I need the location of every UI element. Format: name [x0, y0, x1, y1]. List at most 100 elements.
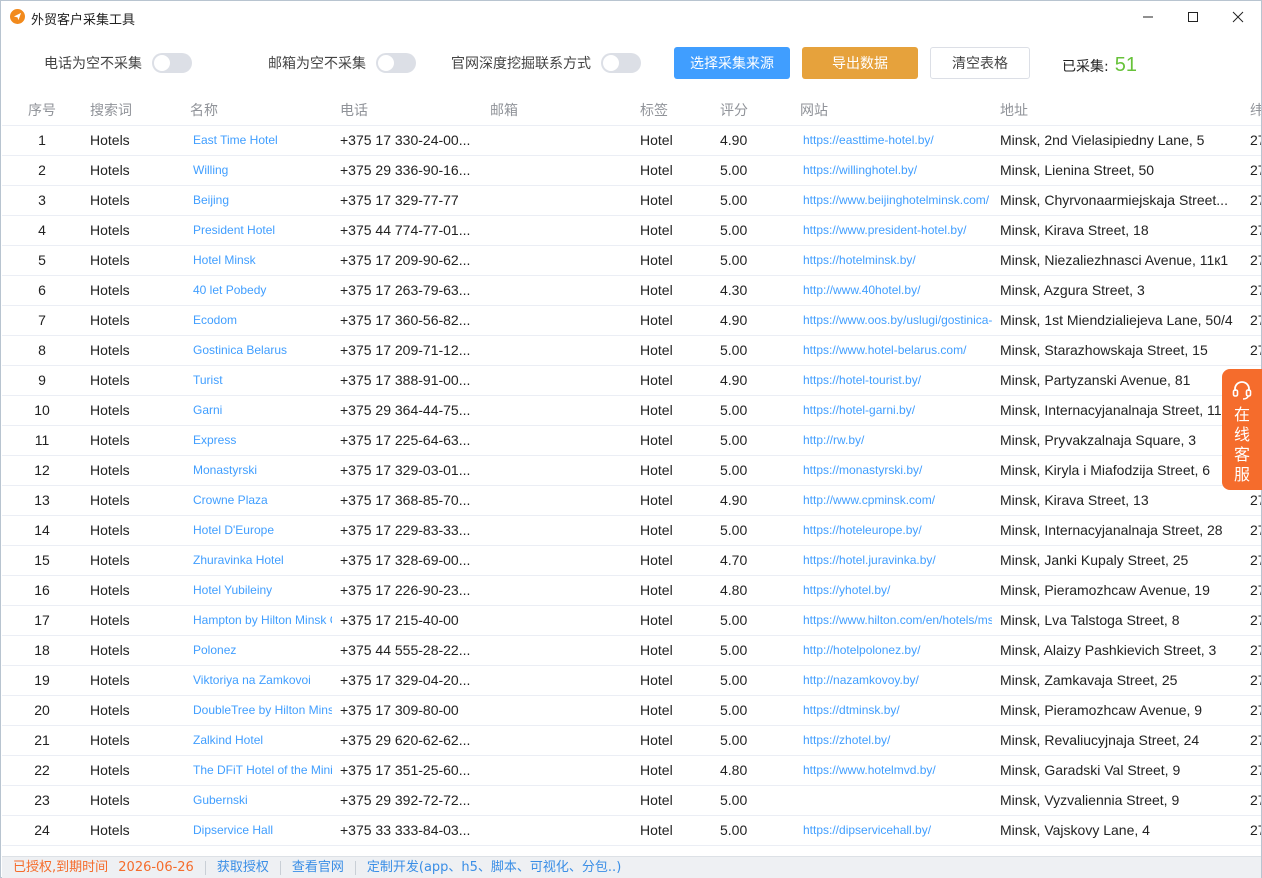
- minimize-button[interactable]: [1125, 1, 1171, 33]
- cell-website[interactable]: https://hoteleurope.by/: [792, 515, 992, 546]
- table-row[interactable]: 23 Hotels Gubernski +375 29 392-72-72... Hot…: [2, 785, 1261, 816]
- table-row[interactable]: 13 Hotels Crowne Plaza +375 17 368-85-70...…: [2, 485, 1261, 516]
- cell-website[interactable]: https://www.hotel-belarus.com/: [792, 335, 992, 366]
- cell-name[interactable]: Ecodom: [182, 305, 332, 336]
- column-header-name[interactable]: 名称: [182, 95, 332, 126]
- table-row[interactable]: 14 Hotels Hotel D'Europe +375 17 229-83-33.…: [2, 515, 1261, 546]
- cell-website[interactable]: https://www.hilton.com/en/hotels/ms: [792, 605, 992, 636]
- cell-website[interactable]: https://www.beijinghotelminsk.com/: [792, 185, 992, 216]
- cell-website[interactable]: https://easttime-hotel.by/: [792, 125, 992, 156]
- table-row[interactable]: 24 Hotels Dipservice Hall +375 33 333-84-03…: [2, 815, 1261, 846]
- cell-name[interactable]: Turist: [182, 365, 332, 396]
- cell-name[interactable]: Willing: [182, 155, 332, 186]
- cell-name[interactable]: Polonez: [182, 635, 332, 666]
- select-source-button[interactable]: 选择采集来源: [674, 47, 790, 79]
- column-header-keyword[interactable]: 搜索词: [82, 95, 182, 126]
- cell-website[interactable]: http://www.cpminsk.com/: [792, 485, 992, 516]
- skip-empty-phone-switch[interactable]: [152, 53, 192, 73]
- cell-name[interactable]: Hampton by Hilton Minsk C: [182, 605, 332, 636]
- cell-name[interactable]: Hotel Minsk: [182, 245, 332, 276]
- column-header-address[interactable]: 地址: [992, 95, 1242, 126]
- cell-name[interactable]: President Hotel: [182, 215, 332, 246]
- table-row[interactable]: 18 Hotels Polonez +375 44 555-28-22... Hotel…: [2, 635, 1261, 666]
- table-row[interactable]: 11 Hotels Express +375 17 225-64-63... Hotel…: [2, 425, 1261, 456]
- custom-dev-link[interactable]: 定制开发(app、h5、脚本、可视化、分包..): [356, 860, 632, 875]
- cell-name[interactable]: Zhuravinka Hotel: [182, 545, 332, 576]
- cell-name[interactable]: The DFiT Hotel of the Mini: [182, 755, 332, 786]
- cell-name[interactable]: Crowne Plaza: [182, 485, 332, 516]
- cell-name[interactable]: Beijing: [182, 185, 332, 216]
- cell-website[interactable]: https://zhotel.by/: [792, 725, 992, 756]
- cell-website[interactable]: http://hotelpolonez.by/: [792, 635, 992, 666]
- deep-mining-switch[interactable]: [601, 53, 641, 73]
- cell-website[interactable]: https://willinghotel.by/: [792, 155, 992, 186]
- column-header-score[interactable]: 评分: [712, 95, 792, 126]
- table-row[interactable]: 3 Hotels Beijing +375 17 329-77-77 Hotel 5.00…: [2, 185, 1261, 216]
- skip-empty-email-switch[interactable]: [376, 53, 416, 73]
- cell-name[interactable]: 40 let Pobedy: [182, 275, 332, 306]
- table-row[interactable]: 8 Hotels Gostinica Belarus +375 17 209-71-1…: [2, 335, 1261, 366]
- online-service-button[interactable]: 在线客服: [1222, 369, 1262, 490]
- cell-name[interactable]: Monastyrski: [182, 455, 332, 486]
- cell-website[interactable]: https://hotel-garni.by/: [792, 395, 992, 426]
- cell-extra: 27: [1242, 275, 1261, 306]
- cell-name[interactable]: East Time Hotel: [182, 125, 332, 156]
- table-row[interactable]: 9 Hotels Turist +375 17 388-91-00... Hotel 4.…: [2, 365, 1261, 396]
- cell-website[interactable]: https://hotel-tourist.by/: [792, 365, 992, 396]
- table-row[interactable]: 20 Hotels DoubleTree by Hilton Mins +375 17…: [2, 695, 1261, 726]
- cell-website[interactable]: http://www.40hotel.by/: [792, 275, 992, 306]
- table-row[interactable]: 16 Hotels Hotel Yubileiny +375 17 226-90-23…: [2, 575, 1261, 606]
- table-row[interactable]: 6 Hotels 40 let Pobedy +375 17 263-79-63...…: [2, 275, 1261, 306]
- license-label: 已授权,到期时间: [13, 859, 109, 875]
- table-row[interactable]: 15 Hotels Zhuravinka Hotel +375 17 328-69-0…: [2, 545, 1261, 576]
- cell-name[interactable]: Gubernski: [182, 785, 332, 816]
- close-button[interactable]: [1215, 1, 1261, 33]
- get-license-link[interactable]: 获取授权: [206, 860, 281, 875]
- table-row[interactable]: 22 Hotels The DFiT Hotel of the Mini +375 1…: [2, 755, 1261, 786]
- clear-table-button[interactable]: 清空表格: [930, 47, 1030, 79]
- toggle-deep-mining: 官网深度挖掘联系方式: [451, 53, 641, 73]
- export-button[interactable]: 导出数据: [802, 47, 918, 79]
- table-row[interactable]: 2 Hotels Willing +375 29 336-90-16... Hotel 5…: [2, 155, 1261, 186]
- column-header-email[interactable]: 邮箱: [482, 95, 632, 126]
- cell-website[interactable]: http://nazamkovoy.by/: [792, 665, 992, 696]
- column-header-tag[interactable]: 标签: [632, 95, 712, 126]
- cell-name[interactable]: Hotel D'Europe: [182, 515, 332, 546]
- cell-website[interactable]: [792, 785, 992, 816]
- cell-name[interactable]: Garni: [182, 395, 332, 426]
- cell-website[interactable]: https://dipservicehall.by/: [792, 815, 992, 846]
- column-header-phone[interactable]: 电话: [332, 95, 482, 126]
- column-header-website[interactable]: 网站: [792, 95, 992, 126]
- maximize-button[interactable]: [1170, 1, 1216, 33]
- cell-website[interactable]: https://www.president-hotel.by/: [792, 215, 992, 246]
- cell-website[interactable]: https://www.oos.by/uslugi/gostinica-: [792, 305, 992, 336]
- table-row[interactable]: 4 Hotels President Hotel +375 44 774-77-01.…: [2, 215, 1261, 246]
- official-site-link[interactable]: 查看官网: [281, 860, 356, 875]
- cell-website[interactable]: http://rw.by/: [792, 425, 992, 456]
- cell-website[interactable]: https://hotelminsk.by/: [792, 245, 992, 276]
- cell-name[interactable]: Dipservice Hall: [182, 815, 332, 846]
- cell-website[interactable]: https://dtminsk.by/: [792, 695, 992, 726]
- cell-name[interactable]: DoubleTree by Hilton Mins: [182, 695, 332, 726]
- cell-website[interactable]: https://yhotel.by/: [792, 575, 992, 606]
- table-row[interactable]: 7 Hotels Ecodom +375 17 360-56-82... Hotel 4.…: [2, 305, 1261, 336]
- cell-website[interactable]: https://monastyrski.by/: [792, 455, 992, 486]
- cell-name[interactable]: Express: [182, 425, 332, 456]
- table-row[interactable]: 10 Hotels Garni +375 29 364-44-75... Hotel 5.…: [2, 395, 1261, 426]
- column-header-extra[interactable]: 纬: [1242, 95, 1261, 126]
- cell-name[interactable]: Gostinica Belarus: [182, 335, 332, 366]
- cell-name[interactable]: Zalkind Hotel: [182, 725, 332, 756]
- results-table[interactable]: 序号 搜索词 名称 电话 邮箱 标签 评分 网站 地址纬 1 Hotels East Time Ho…: [2, 95, 1261, 855]
- table-row[interactable]: 1 Hotels East Time Hotel +375 17 330-24-00.…: [2, 125, 1261, 156]
- cell-name[interactable]: Viktoriya na Zamkovoi: [182, 665, 332, 696]
- cell-name[interactable]: Hotel Yubileiny: [182, 575, 332, 606]
- table-row[interactable]: 19 Hotels Viktoriya na Zamkovoi +375 17 329…: [2, 665, 1261, 696]
- table-row[interactable]: 5 Hotels Hotel Minsk +375 17 209-90-62... Ho…: [2, 245, 1261, 276]
- table-row[interactable]: 21 Hotels Zalkind Hotel +375 29 620-62-62..…: [2, 725, 1261, 756]
- cell-website[interactable]: https://www.hotelmvd.by/: [792, 755, 992, 786]
- cell-score: 4.90: [712, 125, 792, 156]
- table-row[interactable]: 12 Hotels Monastyrski +375 17 329-03-01... H…: [2, 455, 1261, 486]
- cell-website[interactable]: https://hotel.juravinka.by/: [792, 545, 992, 576]
- column-header-index[interactable]: 序号: [2, 95, 82, 126]
- table-row[interactable]: 17 Hotels Hampton by Hilton Minsk C +375 17…: [2, 605, 1261, 636]
